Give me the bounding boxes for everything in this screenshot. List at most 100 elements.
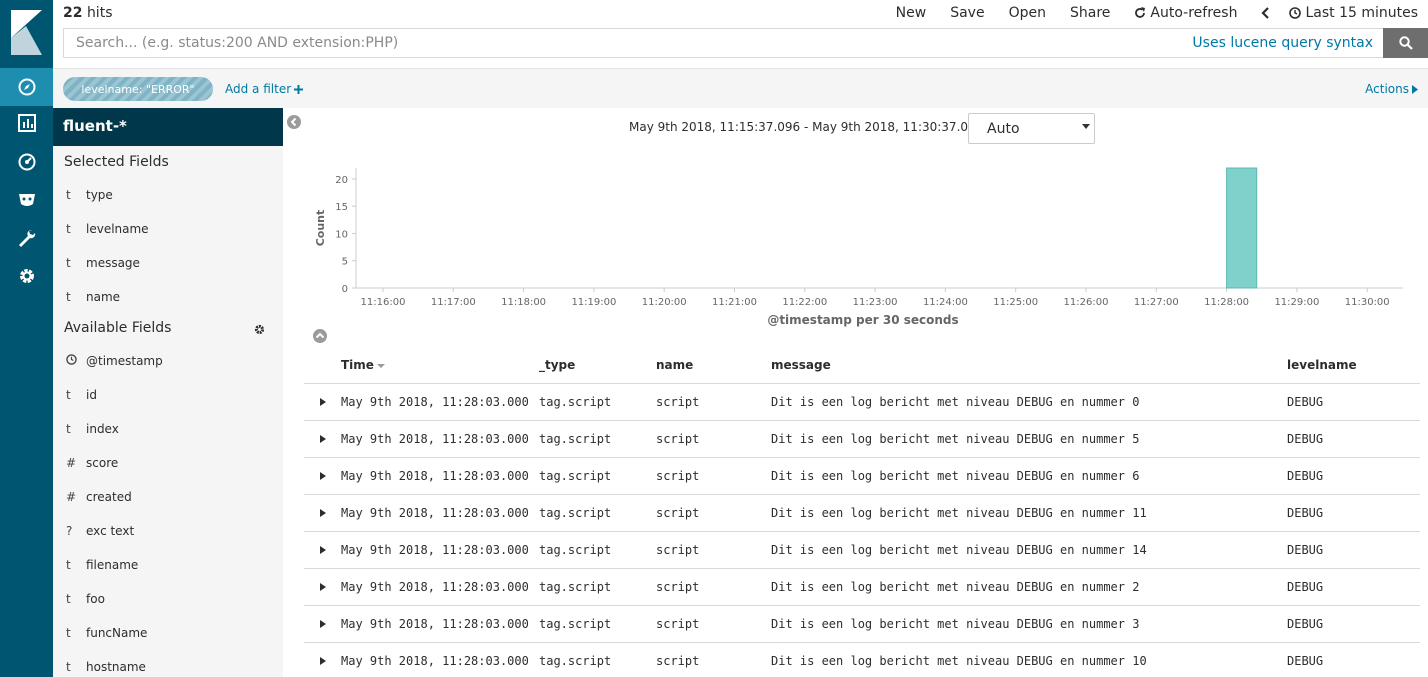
kibana-logo[interactable]: [0, 0, 53, 68]
column-header-levelname[interactable]: levelname: [1287, 348, 1420, 384]
expand-row-button[interactable]: [304, 383, 341, 421]
expand-row-button[interactable]: [304, 531, 341, 569]
field-item[interactable]: t foo: [53, 582, 283, 616]
new-button[interactable]: New: [896, 5, 927, 21]
refresh-icon: [1135, 7, 1146, 18]
selected-fields-heading: Selected Fields: [53, 146, 283, 178]
x-tick-label: 11:17:00: [431, 297, 476, 308]
expand-row-button[interactable]: [304, 642, 341, 677]
available-fields-heading: Available Fields: [53, 314, 283, 344]
share-button[interactable]: Share: [1070, 5, 1110, 21]
y-axis-title: Count: [314, 210, 327, 247]
table-row[interactable]: May 9th 2018, 11:28:03.000 tag.script scri…: [304, 383, 1420, 421]
field-item[interactable]: ? exc text: [53, 514, 283, 548]
cell-message: Dit is een log bericht met niveau DEBUG …: [771, 531, 1287, 569]
field-item[interactable]: t funcName: [53, 616, 283, 650]
field-type-icon: #: [66, 456, 77, 470]
collapse-chart-button[interactable]: [313, 328, 327, 347]
sort-down-icon[interactable]: [376, 363, 385, 368]
column-header-type[interactable]: _type: [539, 348, 656, 384]
expand-row-button[interactable]: [304, 457, 341, 495]
field-item[interactable]: t filename: [53, 548, 283, 582]
hits-counter: 22 hits: [63, 5, 112, 21]
index-pattern-title[interactable]: fluent-*: [53, 108, 283, 146]
y-tick-label: 20: [335, 175, 348, 186]
time-picker-button[interactable]: Last 15 minutes: [1289, 5, 1418, 21]
expand-row-button[interactable]: [304, 494, 341, 532]
timelion-icon[interactable]: [0, 181, 53, 219]
management-gear-icon[interactable]: [0, 257, 53, 295]
search-input[interactable]: Search... (e.g. status:200 AND extension…: [63, 28, 1383, 58]
expand-row-button[interactable]: [304, 420, 341, 458]
table-row[interactable]: May 9th 2018, 11:28:03.000 tag.script scri…: [304, 642, 1420, 677]
auto-refresh-button[interactable]: Auto-refresh: [1134, 5, 1237, 21]
column-header-message[interactable]: message: [771, 348, 1287, 384]
cell-levelname: DEBUG: [1287, 642, 1420, 677]
field-name: name: [86, 290, 121, 304]
visualize-icon[interactable]: [0, 104, 53, 142]
cell-type: tag.script: [539, 642, 656, 677]
caret-right-icon: [319, 619, 326, 628]
table-row[interactable]: May 9th 2018, 11:28:03.000 tag.script scri…: [304, 568, 1420, 606]
field-sidebar: fluent-* Selected Fields t type t levelname…: [53, 108, 283, 677]
table-row[interactable]: May 9th 2018, 11:28:03.000 tag.script scri…: [304, 457, 1420, 495]
field-name: foo: [86, 592, 105, 606]
table-row[interactable]: May 9th 2018, 11:28:03.000 tag.script scri…: [304, 420, 1420, 458]
column-header-name[interactable]: name: [656, 348, 771, 384]
cell-time: May 9th 2018, 11:28:03.000: [341, 383, 539, 421]
time-back-button[interactable]: [1261, 7, 1271, 19]
cell-time: May 9th 2018, 11:28:03.000: [341, 642, 539, 677]
table-row[interactable]: May 9th 2018, 11:28:03.000 tag.script scri…: [304, 605, 1420, 643]
cell-name: script: [656, 531, 771, 569]
field-name: message: [86, 256, 140, 270]
field-settings-gear-icon[interactable]: [254, 324, 265, 335]
cell-name: script: [656, 568, 771, 606]
field-item[interactable]: t index: [53, 412, 283, 446]
lucene-syntax-link[interactable]: Uses lucene query syntax: [1192, 35, 1373, 51]
table-row[interactable]: May 9th 2018, 11:28:03.000 tag.script scri…: [304, 494, 1420, 532]
column-header-time[interactable]: Time: [341, 348, 539, 384]
field-name: score: [86, 456, 119, 470]
field-name: levelname: [86, 222, 149, 236]
field-item[interactable]: t type: [53, 178, 283, 212]
field-item[interactable]: t id: [53, 378, 283, 412]
actions-label: Actions: [1365, 82, 1409, 96]
cell-type: tag.script: [539, 568, 656, 606]
expand-column-header: [304, 348, 341, 384]
add-filter-button[interactable]: Add a filter: [225, 82, 304, 96]
interval-select[interactable]: Auto: [968, 113, 1095, 144]
table-row[interactable]: May 9th 2018, 11:28:03.000 tag.script scri…: [304, 531, 1420, 569]
caret-right-icon: [319, 545, 326, 554]
expand-row-button[interactable]: [304, 605, 341, 643]
search-button[interactable]: [1383, 28, 1428, 58]
field-item[interactable]: t message: [53, 246, 283, 280]
field-type-icon: t: [66, 422, 71, 436]
cell-levelname: DEBUG: [1287, 494, 1420, 532]
dashboard-icon[interactable]: [0, 143, 53, 181]
actions-menu[interactable]: Actions: [1365, 82, 1418, 96]
x-tick-label: 11:28:00: [1204, 297, 1249, 308]
caret-right-icon: [319, 471, 326, 480]
field-item[interactable]: @timestamp: [53, 344, 283, 378]
collapse-sidebar-button[interactable]: [287, 114, 301, 133]
field-item[interactable]: # created: [53, 480, 283, 514]
discover-icon[interactable]: [0, 68, 53, 106]
add-filter-label: Add a filter: [225, 82, 292, 96]
cell-levelname: DEBUG: [1287, 531, 1420, 569]
cell-name: script: [656, 383, 771, 421]
y-tick-label: 5: [342, 257, 348, 268]
filter-pill[interactable]: levelname: "ERROR": [63, 77, 213, 101]
histogram-chart: 0 5 10 15 20 11:16:00 11:17:00 11:18:00 11:19:00…: [314, 167, 1403, 327]
x-tick-label: 11:19:00: [571, 297, 616, 308]
field-item[interactable]: t levelname: [53, 212, 283, 246]
cell-message: Dit is een log bericht met niveau DEBUG …: [771, 383, 1287, 421]
field-item[interactable]: t hostname: [53, 650, 283, 677]
y-tick-label: 15: [335, 202, 348, 213]
field-type-icon: t: [66, 222, 71, 236]
field-item[interactable]: # score: [53, 446, 283, 480]
field-item[interactable]: t name: [53, 280, 283, 314]
expand-row-button[interactable]: [304, 568, 341, 606]
dev-tools-icon[interactable]: [0, 219, 53, 257]
save-button[interactable]: Save: [950, 5, 984, 21]
open-button[interactable]: Open: [1009, 5, 1046, 21]
